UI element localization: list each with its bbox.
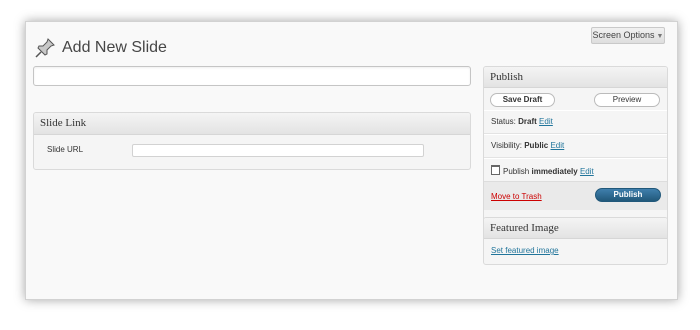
visibility-label: Visibility: xyxy=(491,141,522,150)
featured-image-heading[interactable]: Featured Image xyxy=(484,218,667,239)
visibility-value: Public xyxy=(524,141,549,150)
status-edit-link[interactable]: Edit xyxy=(539,117,553,126)
preview-button[interactable]: Preview xyxy=(594,93,660,107)
slide-link-heading[interactable]: Slide Link xyxy=(34,113,470,135)
chevron-down-icon: ▼ xyxy=(656,33,664,40)
publish-heading[interactable]: Publish xyxy=(484,67,667,88)
page-header: Add New Slide xyxy=(34,36,167,60)
set-featured-image-link[interactable]: Set featured image xyxy=(491,246,559,255)
publish-button[interactable]: Publish xyxy=(595,188,661,202)
slide-link-box: Slide Link Slide URL xyxy=(33,112,471,170)
publish-box: Publish Save Draft Preview Status: Draft… xyxy=(483,66,668,224)
slide-url-row: Slide URL xyxy=(34,135,470,167)
publish-actions-minor: Save Draft Preview xyxy=(484,88,667,110)
slide-url-input[interactable] xyxy=(132,144,424,157)
page-title: Add New Slide xyxy=(62,39,167,56)
slide-url-label: Slide URL xyxy=(47,145,84,154)
visibility-row: Visibility: Public Edit xyxy=(484,134,667,158)
featured-image-inside: Set featured image xyxy=(484,239,667,263)
app-frame: Screen Options ▼ Add New Slide Slide Link… xyxy=(25,21,678,300)
status-value: Draft xyxy=(518,117,537,126)
pushpin-icon xyxy=(35,38,55,58)
calendar-icon xyxy=(491,165,500,175)
publish-actions-major: Move to Trash Publish xyxy=(484,181,667,210)
screen-options-button[interactable]: Screen Options ▼ xyxy=(591,27,665,44)
save-draft-button[interactable]: Save Draft xyxy=(490,93,555,107)
title-input[interactable] xyxy=(33,66,471,86)
featured-image-box: Featured Image Set featured image xyxy=(483,217,668,265)
schedule-value: immediately xyxy=(531,167,578,176)
schedule-label: Publish xyxy=(503,167,530,176)
schedule-row: Publish immediately Edit xyxy=(484,158,667,181)
status-label: Status: xyxy=(491,117,516,126)
schedule-edit-link[interactable]: Edit xyxy=(580,167,594,176)
move-to-trash-link[interactable]: Move to Trash xyxy=(491,192,542,201)
status-row: Status: Draft Edit xyxy=(484,110,667,134)
visibility-edit-link[interactable]: Edit xyxy=(550,141,564,150)
screen-options-label: Screen Options xyxy=(592,30,655,40)
